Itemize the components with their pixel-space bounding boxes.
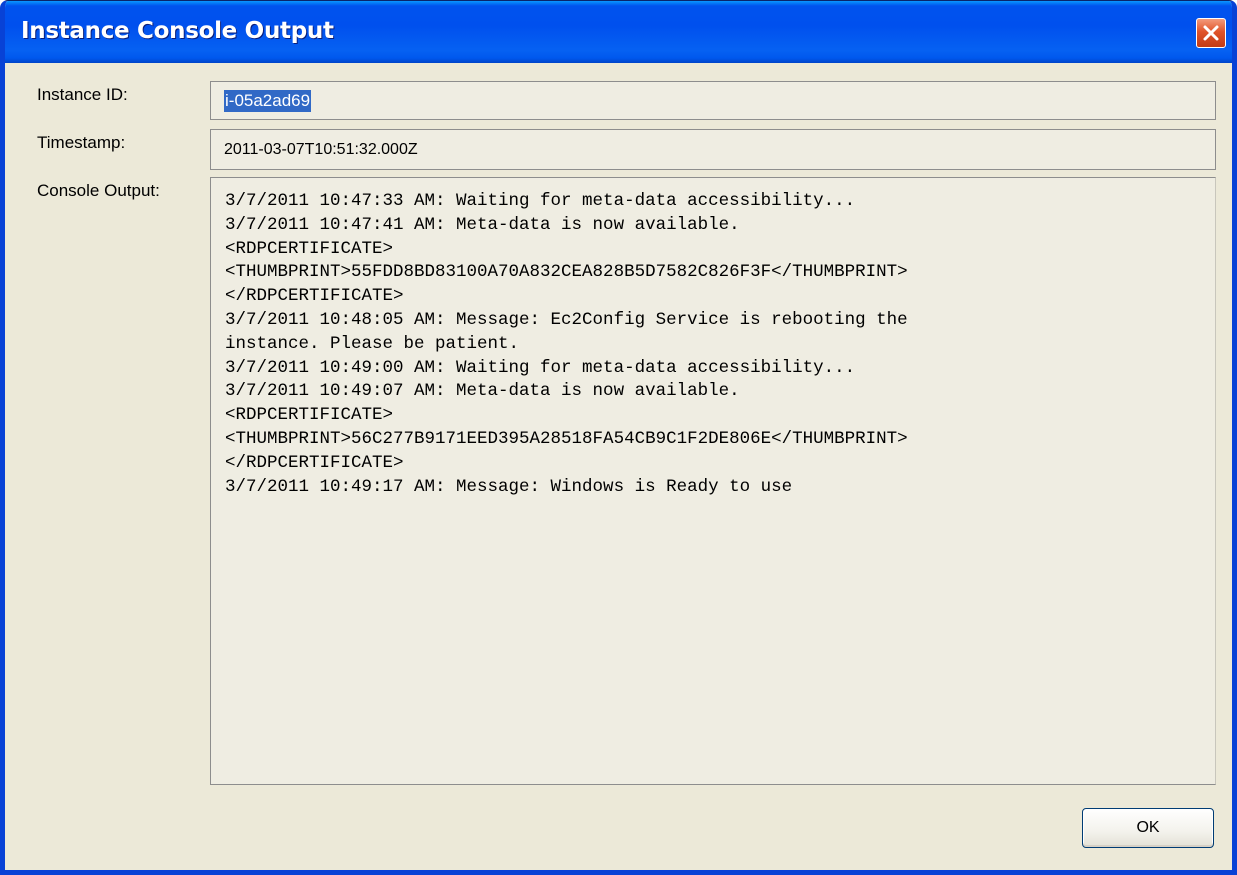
console-line: </RDPCERTIFICATE> <box>225 452 404 473</box>
console-line: 3/7/2011 10:47:41 AM: Meta-data is now a… <box>225 214 740 235</box>
close-icon <box>1203 25 1219 41</box>
console-output-dialog: Instance Console Output Instance ID: i-0… <box>0 0 1237 875</box>
title-bar[interactable]: Instance Console Output <box>5 1 1232 63</box>
window-title: Instance Console Output <box>21 18 334 44</box>
console-line: <RDPCERTIFICATE> <box>225 405 394 426</box>
console-line: 3/7/2011 10:49:07 AM: Meta-data is now a… <box>225 381 740 402</box>
instance-id-field[interactable]: i-05a2ad69 <box>210 81 1216 120</box>
console-output-label: Console Output: <box>37 181 160 200</box>
console-output-textarea[interactable]: 3/7/2011 10:47:33 AM: Waiting for meta-d… <box>210 177 1216 785</box>
console-line: <THUMBPRINT>56C277B9171EED395A28518FA54C… <box>225 428 908 449</box>
timestamp-field[interactable]: 2011-03-07T10:51:32.000Z <box>210 129 1216 170</box>
timestamp-value: 2011-03-07T10:51:32.000Z <box>224 141 418 158</box>
console-line: 3/7/2011 10:49:00 AM: Waiting for meta-d… <box>225 357 856 378</box>
console-line: <THUMBPRINT>55FDD8BD83100A70A832CEA828B5… <box>225 262 908 283</box>
console-line: 3/7/2011 10:47:33 AM: Waiting for meta-d… <box>225 191 856 211</box>
instance-id-value: i-05a2ad69 <box>224 90 312 112</box>
console-line: instance. Please be patient. <box>225 333 520 354</box>
console-line: <RDPCERTIFICATE> <box>225 238 394 259</box>
console-line: 3/7/2011 10:48:05 AM: Message: Ec2Config… <box>225 309 908 330</box>
console-line: 3/7/2011 10:49:17 AM: Message: Windows i… <box>225 476 793 497</box>
ok-button[interactable]: OK <box>1082 808 1214 848</box>
console-output-text: 3/7/2011 10:47:33 AM: Waiting for meta-d… <box>225 190 908 499</box>
close-button[interactable] <box>1196 18 1226 48</box>
console-line: </RDPCERTIFICATE> <box>225 286 404 307</box>
instance-id-label: Instance ID: <box>37 85 128 104</box>
timestamp-label: Timestamp: <box>37 133 126 152</box>
